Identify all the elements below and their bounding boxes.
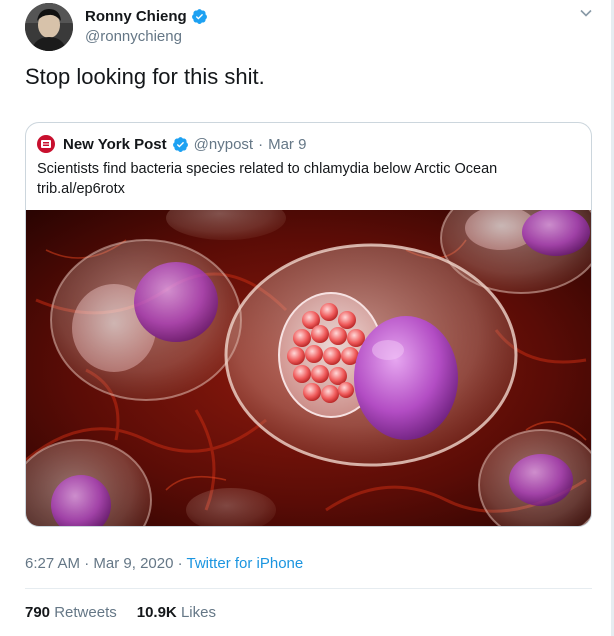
likes-label: Likes — [180, 604, 216, 621]
tweet-date[interactable]: Mar 9, 2020 — [93, 555, 173, 572]
chevron-down-icon[interactable] — [579, 6, 593, 20]
avatar[interactable] — [25, 3, 73, 51]
retweets-count: 790 — [25, 604, 51, 621]
quoted-author-name: New York Post — [63, 135, 167, 153]
retweets-label: Retweets — [54, 604, 117, 621]
meta-separator: · — [177, 555, 183, 572]
quoted-text: Scientists find bacteria species related… — [37, 161, 498, 177]
author-row: Ronny Chieng — [85, 8, 208, 25]
tweet-time[interactable]: 6:27 AM — [25, 555, 80, 572]
quoted-tweet[interactable]: New York Post @nypost · Mar 9 Scientists… — [25, 122, 592, 527]
quoted-body: Scientists find bacteria species related… — [37, 159, 497, 199]
tweet-meta: 6:27 AM · Mar 9, 2020 · Twitter for iPho… — [25, 555, 303, 572]
likes-stat[interactable]: 10.9K Likes — [137, 604, 216, 621]
likes-count: 10.9K — [136, 604, 177, 621]
author-name[interactable]: Ronny Chieng — [85, 8, 187, 25]
divider — [25, 588, 592, 589]
quoted-link[interactable]: trib.al/ep6rotx — [37, 179, 497, 199]
meta-separator: · — [84, 555, 90, 572]
tweet-stats: 790 Retweets 10.9K Likes — [25, 604, 216, 621]
tweet-source-link[interactable]: Twitter for iPhone — [187, 555, 304, 572]
quoted-image[interactable] — [26, 210, 592, 527]
author-handle[interactable]: @ronnychieng — [85, 28, 182, 45]
tweet: Ronny Chieng @ronnychieng Stop looking f… — [0, 0, 614, 636]
retweets-stat[interactable]: 790 Retweets — [25, 604, 117, 621]
tweet-text: Stop looking for this shit. — [25, 64, 265, 89]
quoted-separator: · — [258, 135, 264, 153]
quoted-header: New York Post @nypost · Mar 9 — [37, 135, 306, 153]
quoted-date: Mar 9 — [268, 135, 307, 153]
verified-badge-icon — [191, 9, 207, 24]
quoted-author-handle: @nypost — [193, 135, 254, 153]
verified-badge-icon — [172, 136, 188, 152]
nypost-logo-icon — [37, 135, 55, 153]
